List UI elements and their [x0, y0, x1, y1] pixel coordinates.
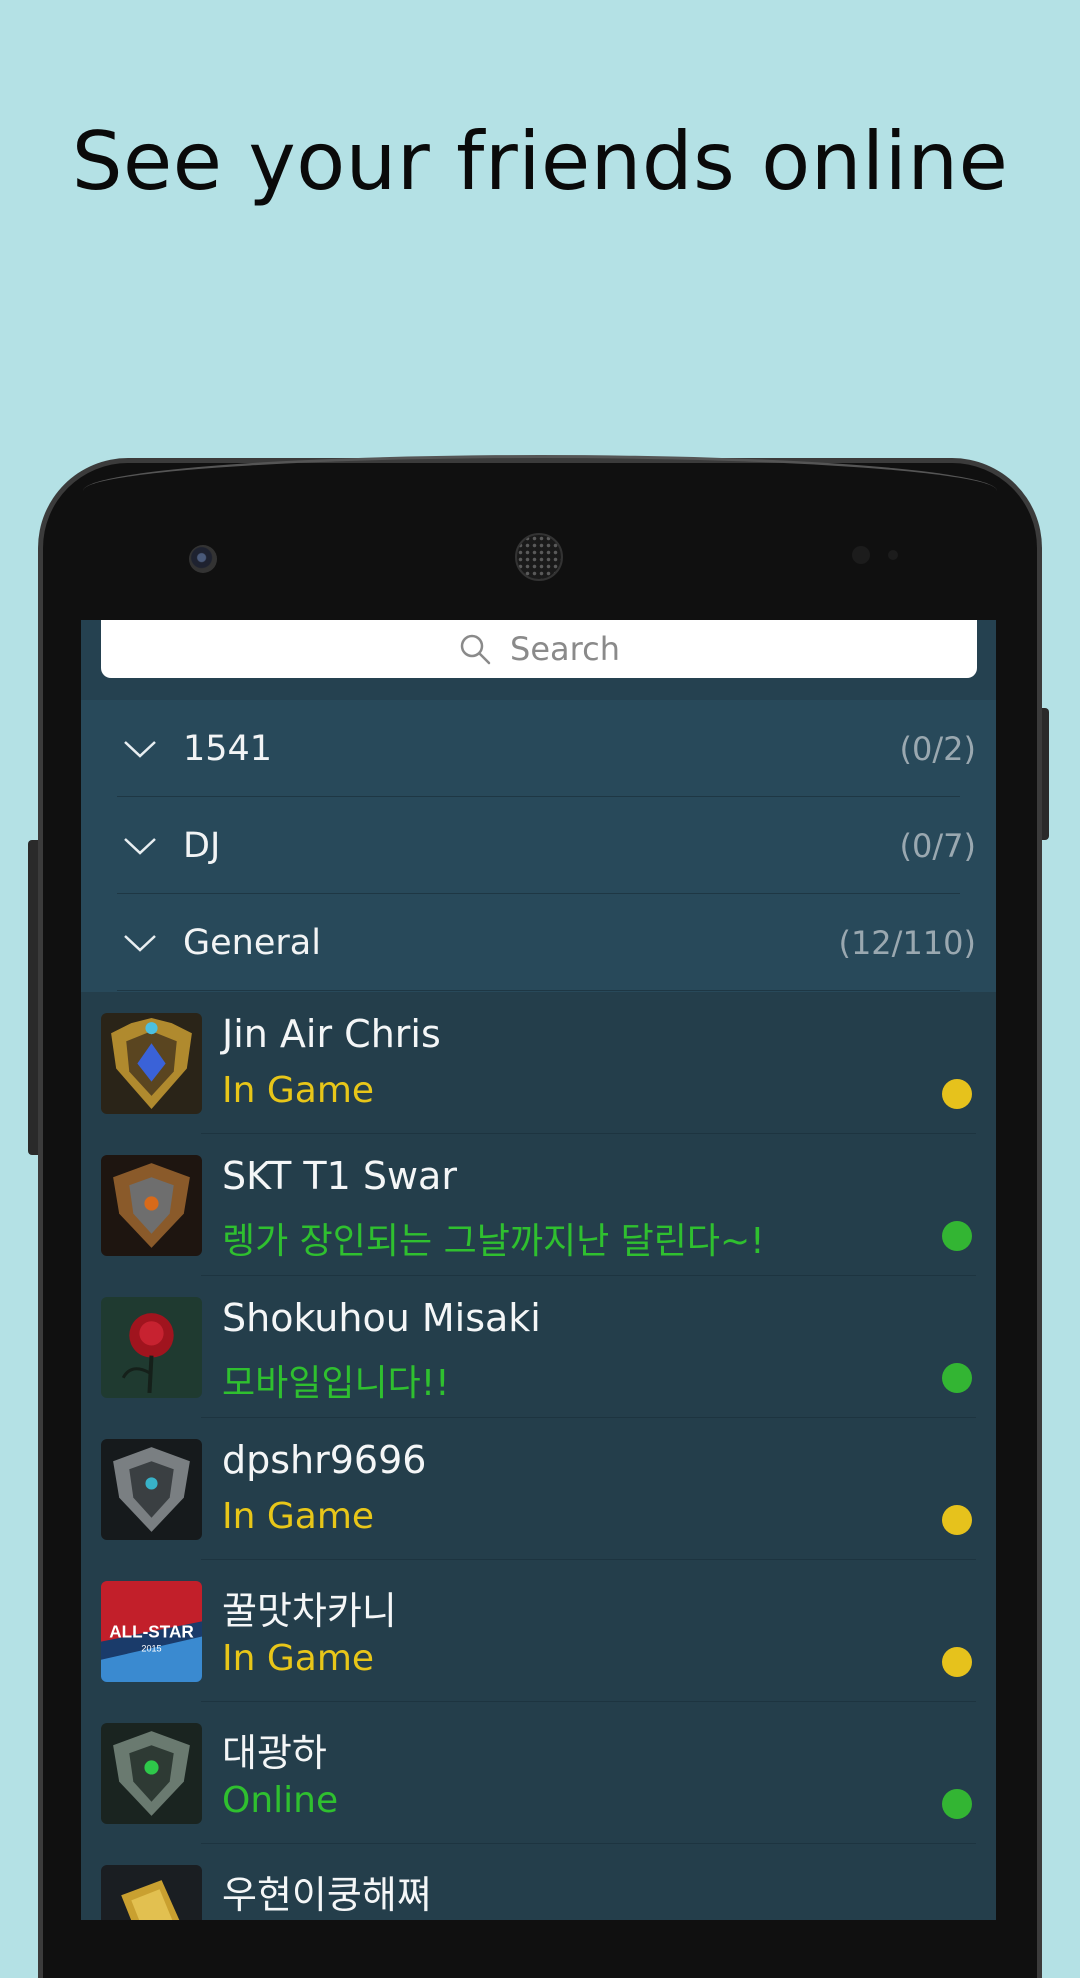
status-dot — [942, 1505, 972, 1535]
speaker-grille-icon — [515, 533, 563, 581]
status-dot — [942, 1221, 972, 1251]
friend-name: Jin Air Chris — [222, 1012, 441, 1056]
friend-row[interactable]: 우현이쿵해쪄 — [81, 1844, 996, 1920]
status-dot — [942, 1079, 972, 1109]
status-dot — [942, 1363, 972, 1393]
group-name: DJ — [183, 825, 221, 866]
group-dj[interactable]: DJ (0/7) — [81, 797, 996, 894]
friend-name: dpshr9696 — [222, 1438, 427, 1482]
chevron-down-icon — [124, 740, 156, 758]
divider — [117, 990, 960, 991]
friend-row[interactable]: ALL-STAR 2015 꿀맛차카니 In Game — [81, 1560, 996, 1702]
friend-name: Shokuhou Misaki — [222, 1296, 541, 1340]
search-placeholder: Search — [510, 630, 620, 668]
friend-name: SKT T1 Swar — [222, 1154, 457, 1198]
all-star-logo-year: 2015 — [141, 1644, 161, 1654]
rose-avatar — [101, 1297, 202, 1398]
friend-row[interactable]: dpshr9696 In Game — [81, 1418, 996, 1560]
headline: See your friends online — [71, 115, 1009, 208]
group-count: (12/110) — [838, 923, 976, 962]
app-screen: Search 1541 (0/2) DJ (0/7) General (12/1… — [81, 620, 996, 1920]
friend-row[interactable]: 대광하 Online — [81, 1702, 996, 1844]
friend-name: 대광하 — [222, 1731, 327, 1775]
friend-status: Online — [222, 1780, 339, 1821]
friend-name: 꿀맛차카니 — [222, 1589, 397, 1633]
silver-shield-avatar — [101, 1439, 202, 1540]
chevron-down-icon — [124, 934, 156, 952]
group-1541[interactable]: 1541 (0/2) — [81, 700, 996, 797]
sensor-icon — [888, 550, 898, 560]
search-bar-container: Search — [81, 620, 996, 700]
group-general[interactable]: General (12/110) — [81, 894, 996, 991]
camera-icon — [189, 545, 217, 573]
group-name: 1541 — [183, 728, 273, 769]
friend-status: In Game — [222, 1070, 375, 1111]
friend-list: Jin Air Chris In Game SKT T1 Swar 렝가 장인되… — [81, 992, 996, 1920]
gold-card-avatar — [101, 1865, 202, 1920]
group-name: General — [183, 922, 321, 963]
group-count: (0/7) — [899, 826, 976, 865]
bronze-shield-avatar — [101, 1155, 202, 1256]
status-dot — [942, 1647, 972, 1677]
all-star-logo-text: ALL-STAR — [109, 1622, 194, 1642]
gold-shield-avatar — [101, 1013, 202, 1114]
search-input[interactable]: Search — [101, 620, 977, 678]
all-star-avatar: ALL-STAR 2015 — [101, 1581, 202, 1682]
chevron-down-icon — [124, 837, 156, 855]
friend-row[interactable]: Shokuhou Misaki 모바일입니다!! — [81, 1276, 996, 1418]
friend-status: 모바일입니다!! — [222, 1363, 450, 1404]
search-icon — [460, 634, 491, 665]
group-list: 1541 (0/2) DJ (0/7) General (12/110) — [81, 700, 996, 992]
friend-status: In Game — [222, 1496, 375, 1537]
sensor-icon — [852, 546, 870, 564]
status-dot — [942, 1789, 972, 1819]
friend-name: 우현이쿵해쪄 — [222, 1873, 432, 1917]
group-count: (0/2) — [899, 729, 976, 768]
friend-status: In Game — [222, 1638, 375, 1679]
green-gem-shield-avatar — [101, 1723, 202, 1824]
friend-row[interactable]: Jin Air Chris In Game — [81, 992, 996, 1134]
friend-status: 렝가 장인되는 그날까지난 달린다~! — [222, 1221, 765, 1262]
friend-row[interactable]: SKT T1 Swar 렝가 장인되는 그날까지난 달린다~! — [81, 1134, 996, 1276]
